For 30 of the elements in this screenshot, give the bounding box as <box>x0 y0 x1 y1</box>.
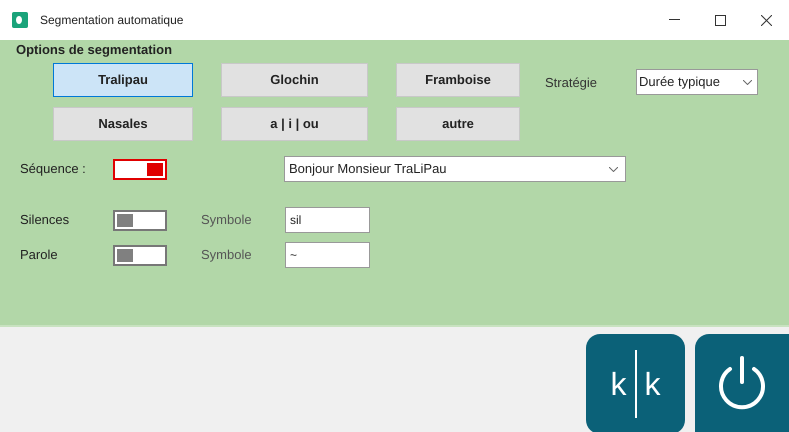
option-button[interactable]: Framboise <box>396 63 520 97</box>
option-button[interactable]: Nasales <box>53 107 193 141</box>
split-button[interactable]: k k <box>586 334 685 432</box>
window-title: Segmentation automatique <box>40 12 184 29</box>
sequence-toggle[interactable] <box>113 158 167 180</box>
switch-toggle[interactable] <box>113 210 167 230</box>
option-button[interactable]: a | i | ou <box>221 107 368 141</box>
minimize-icon <box>668 19 680 21</box>
strategy-dropdown[interactable]: Durée typique <box>636 69 758 95</box>
sequence-dropdown[interactable]: Bonjour Monsieur TraLiPau <box>284 156 626 182</box>
chevron-down-icon <box>743 80 752 84</box>
option-button[interactable]: autre <box>396 107 520 141</box>
switch-label: Parole <box>20 246 59 264</box>
section-title: Options de segmentation <box>16 42 172 58</box>
maximize-icon <box>714 14 726 26</box>
app-icon <box>12 12 28 28</box>
symbol-label: Symbole <box>201 211 253 230</box>
symbol-label: Symbole <box>201 246 253 264</box>
strategy-label: Stratégie <box>545 74 598 92</box>
switch-toggle[interactable] <box>113 244 167 266</box>
close-icon <box>760 14 772 26</box>
symbol-field[interactable]: ~ <box>285 242 370 268</box>
sequence-label: Séquence : <box>20 160 87 178</box>
symbol-field[interactable]: sil <box>285 207 370 233</box>
switch-label: Silences <box>20 211 70 230</box>
option-button[interactable]: Glochin <box>221 63 368 97</box>
divider-line-icon <box>634 350 636 418</box>
chevron-down-icon <box>609 166 618 172</box>
power-button[interactable] <box>695 334 789 432</box>
option-button[interactable]: Tralipau <box>53 63 193 97</box>
